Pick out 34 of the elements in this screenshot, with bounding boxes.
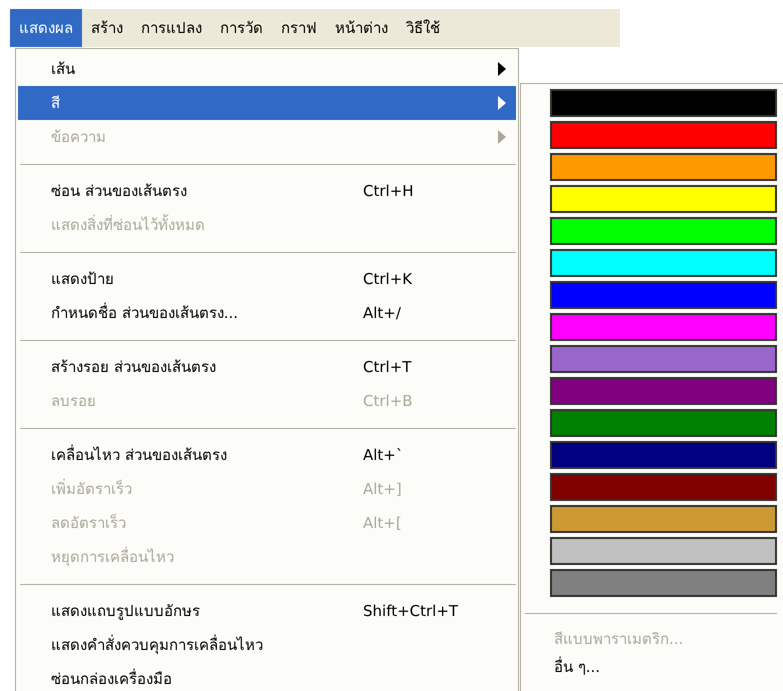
menu-item[interactable]: แสดงป้าย Ctrl+K xyxy=(18,262,516,296)
color-swatch[interactable] xyxy=(550,281,777,309)
menu-item[interactable]: เส้น xyxy=(18,52,516,86)
menu-bar-item[interactable]: กราฟ xyxy=(272,9,326,47)
color-swatch[interactable] xyxy=(550,473,777,501)
color-swatch[interactable] xyxy=(550,185,777,213)
color-swatch[interactable] xyxy=(550,217,777,245)
color-swatch[interactable] xyxy=(550,345,777,373)
menu-bar-item[interactable]: หน้าต่าง xyxy=(326,9,397,47)
color-swatch[interactable] xyxy=(550,121,777,149)
color-swatch[interactable] xyxy=(550,441,777,469)
menu-item[interactable]: สร้างรอย ส่วนของเส้นตรง Ctrl+T xyxy=(18,350,516,384)
menu-item[interactable]: ซ่อนกล่องเครื่องมือ xyxy=(18,662,516,691)
color-swatch[interactable] xyxy=(550,249,777,277)
color-swatch[interactable] xyxy=(550,505,777,533)
color-swatch[interactable] xyxy=(550,537,777,565)
color-swatch[interactable] xyxy=(550,153,777,181)
menu-item[interactable]: เคลื่อนไหว ส่วนของเส้นตรง Alt+` xyxy=(18,438,516,472)
menu-item[interactable]: กำหนดชื่อ ส่วนของเส้นตรง... Alt+/ xyxy=(18,296,516,330)
menu-bar-item[interactable]: สร้าง xyxy=(82,9,132,47)
menu-bar-item[interactable]: การวัด xyxy=(211,9,272,47)
color-swatch[interactable] xyxy=(550,409,777,437)
color-swatch[interactable] xyxy=(550,569,777,597)
menu-bar-item[interactable]: แสดงผล xyxy=(10,9,82,47)
menu-bar-item[interactable]: การแปลง xyxy=(132,9,211,47)
menu-item[interactable]: อื่น ๆ... xyxy=(550,653,777,681)
menu-item[interactable]: แสดงแถบรูปแบบอักษร Shift+Ctrl+T xyxy=(18,594,516,628)
color-swatch[interactable] xyxy=(550,313,777,341)
menu-item[interactable]: สี xyxy=(18,86,516,120)
color-swatch[interactable] xyxy=(550,89,777,117)
menu-item[interactable]: ซ่อน ส่วนของเส้นตรง Ctrl+H xyxy=(18,174,516,208)
menu-item[interactable]: แสดงคำสั่งควบคุมการเคลื่อนไหว xyxy=(18,628,516,662)
color-swatch[interactable] xyxy=(550,377,777,405)
menu-bar-item[interactable]: วิธีใช้ xyxy=(397,9,449,47)
